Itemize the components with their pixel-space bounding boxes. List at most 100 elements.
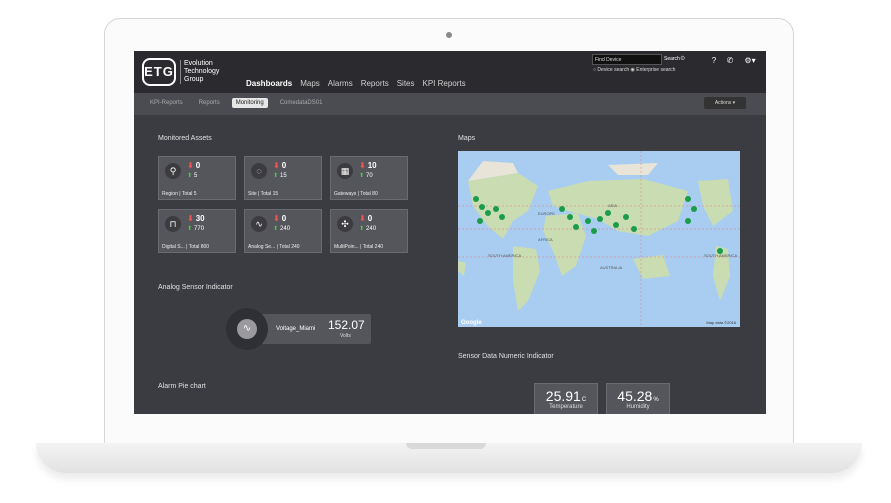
nav-sites[interactable]: Sites	[397, 79, 415, 88]
brand-name: Evolution Technology Group	[184, 60, 244, 84]
tab-kpi-reports[interactable]: KPI-Reports	[146, 98, 187, 108]
arrow-up-icon: ⬆	[273, 226, 279, 232]
enterprise-search-label: Enterprise search	[636, 67, 676, 73]
maps-title: Maps	[458, 135, 476, 142]
device-search-label: Device search	[597, 67, 630, 73]
arrow-down-icon: ⬇	[187, 161, 194, 170]
world-map[interactable]: EUROPE ASIA AFRICA SOUTH AMERICA AUSTRAL…	[458, 151, 740, 327]
brand-line-2: Technology	[184, 68, 220, 75]
nav-dashboards[interactable]: Dashboards	[246, 79, 292, 88]
arrow-up-icon: ⬆	[359, 173, 365, 179]
analog-sensor-title: Analog Sensor Indicator	[158, 284, 233, 291]
map-land	[458, 151, 740, 327]
nav-reports[interactable]: Reports	[361, 79, 389, 88]
up-count: ⬆ 240	[273, 226, 291, 232]
arrow-down-icon: ⬇	[273, 214, 280, 223]
arrow-up-icon: ⬆	[273, 173, 279, 179]
tile-label: Site | Total 15	[248, 191, 279, 197]
tile-gateways[interactable]: ▦ ⬇ 10 ⬆ 70 Gateways | Total 80	[330, 156, 408, 200]
map-pin-icon: ⚲	[165, 163, 181, 179]
temperature-label: Temperature	[549, 404, 583, 410]
tile-label: MultiPoin... | Total 240	[334, 244, 384, 250]
nav-maps[interactable]: Maps	[300, 79, 320, 88]
brand-line-1: Evolution	[184, 60, 213, 67]
down-count: ⬇ 0	[187, 161, 201, 170]
brand-line-3: Group	[184, 76, 204, 83]
digital-signal-icon: ⊓	[165, 216, 181, 232]
search-options-icon[interactable]: ⚙	[680, 54, 685, 65]
up-count: ⬆ 240	[359, 226, 377, 232]
sensor-value: 152.07	[328, 318, 365, 332]
tile-label: Gateways | Total 80	[334, 191, 378, 197]
map-credit: Map data ©2016	[706, 320, 736, 325]
tile-label: Region | Total 5	[162, 191, 197, 197]
device-search-radio[interactable]: ○	[593, 67, 596, 73]
analog-wave-icon: ∿	[251, 216, 267, 232]
actions-dropdown[interactable]: Actions ▾	[704, 97, 746, 109]
arrow-up-icon: ⬆	[359, 226, 365, 232]
map-label-south-america-1: SOUTH AMERICA	[488, 253, 522, 258]
down-count: ⬇ 0	[273, 161, 287, 170]
logo-divider	[180, 60, 181, 84]
actions-label: Actions	[714, 100, 732, 106]
map-label-europe: EUROPE	[538, 211, 555, 216]
site-icon: ◌	[251, 163, 267, 179]
tab-comedatads01[interactable]: ComedataDS01	[276, 98, 327, 108]
etg-logo[interactable]: ETG	[142, 58, 176, 86]
help-icon[interactable]: ?	[709, 56, 719, 66]
sub-tabs: KPI-Reports Reports Monitoring ComedataD…	[146, 98, 326, 108]
enterprise-search-radio[interactable]: ◉	[631, 67, 635, 73]
temperature-indicator[interactable]: 25.91C Temperature	[534, 383, 598, 414]
sensor-numeric-title: Sensor Data Numeric Indicator	[458, 353, 554, 360]
arrow-up-icon: ⬆	[187, 173, 193, 179]
sensor-unit: Volts	[340, 333, 351, 339]
humidity-indicator[interactable]: 45.28% Humidity	[606, 383, 670, 414]
laptop-notch	[406, 443, 486, 449]
down-count: ⬇ 10	[359, 161, 377, 170]
device-search: Find Device Search ⚙ ○ Device search ◉ E…	[592, 54, 690, 76]
tile-analog-sensors[interactable]: ∿ ⬇ 0 ⬆ 240 Analog Se... | Total 240	[244, 209, 322, 253]
up-count: ⬆ 70	[359, 173, 373, 179]
tile-region[interactable]: ⚲ ⬇ 0 ⬆ 5 Region | Total 5	[158, 156, 236, 200]
analog-gauge[interactable]: ∿ Voltage_Miami 152.07 Volts	[226, 308, 371, 350]
search-button[interactable]: Search	[664, 54, 680, 65]
arrow-down-icon: ⬇	[187, 214, 194, 223]
up-count: ⬆ 5	[187, 173, 198, 179]
gauge-ring: ∿	[226, 308, 268, 350]
humidity-value: 45.28%	[617, 388, 659, 404]
tile-digital-sensors[interactable]: ⊓ ⬇ 30 ⬆ 770 Digital S... | Total 800	[158, 209, 236, 253]
down-count: ⬇ 0	[359, 214, 373, 223]
humidity-label: Humidity	[626, 404, 650, 410]
alarm-pie-title: Alarm Pie chart	[158, 383, 206, 390]
tile-label: Analog Se... | Total 240	[248, 244, 300, 250]
monitored-assets-title: Monitored Assets	[158, 135, 212, 142]
search-input[interactable]: Find Device	[592, 54, 662, 65]
tab-reports[interactable]: Reports	[195, 98, 224, 108]
nav-kpi-reports[interactable]: KPI Reports	[423, 79, 466, 88]
nav-alarms[interactable]: Alarms	[328, 79, 353, 88]
multipoint-icon: ✣	[337, 216, 353, 232]
arrow-down-icon: ⬇	[359, 161, 366, 170]
gear-icon[interactable]: ⚙▾	[742, 56, 758, 66]
phone-icon[interactable]: ✆	[725, 56, 735, 66]
top-header: ETG Evolution Technology Group Dashboard…	[134, 51, 766, 93]
main-nav: Dashboards Maps Alarms Reports Sites KPI…	[246, 79, 466, 88]
tile-multipoint[interactable]: ✣ ⬇ 0 ⬆ 240 MultiPoin... | Total 240	[330, 209, 408, 253]
tile-site[interactable]: ◌ ⬇ 0 ⬆ 15 Site | Total 15	[244, 156, 322, 200]
map-label-australia: AUSTRALIA	[600, 265, 623, 270]
tile-label: Digital S... | Total 800	[162, 244, 210, 250]
sensor-name: Voltage_Miami	[276, 326, 316, 332]
map-label-africa: AFRICA	[538, 237, 553, 242]
arrow-down-icon: ⬇	[359, 214, 366, 223]
gateway-icon: ▦	[337, 163, 353, 179]
chevron-down-icon: ▾	[732, 100, 736, 106]
up-count: ⬆ 770	[187, 226, 205, 232]
webcam	[446, 32, 452, 38]
up-count: ⬆ 15	[273, 173, 287, 179]
temperature-value: 25.91C	[545, 388, 587, 404]
google-logo: Google	[461, 320, 482, 326]
tab-monitoring[interactable]: Monitoring	[231, 98, 268, 108]
map-label-south-america-2: SOUTH AMERICA	[704, 253, 738, 258]
arrow-up-icon: ⬆	[187, 226, 193, 232]
down-count: ⬇ 30	[187, 214, 205, 223]
